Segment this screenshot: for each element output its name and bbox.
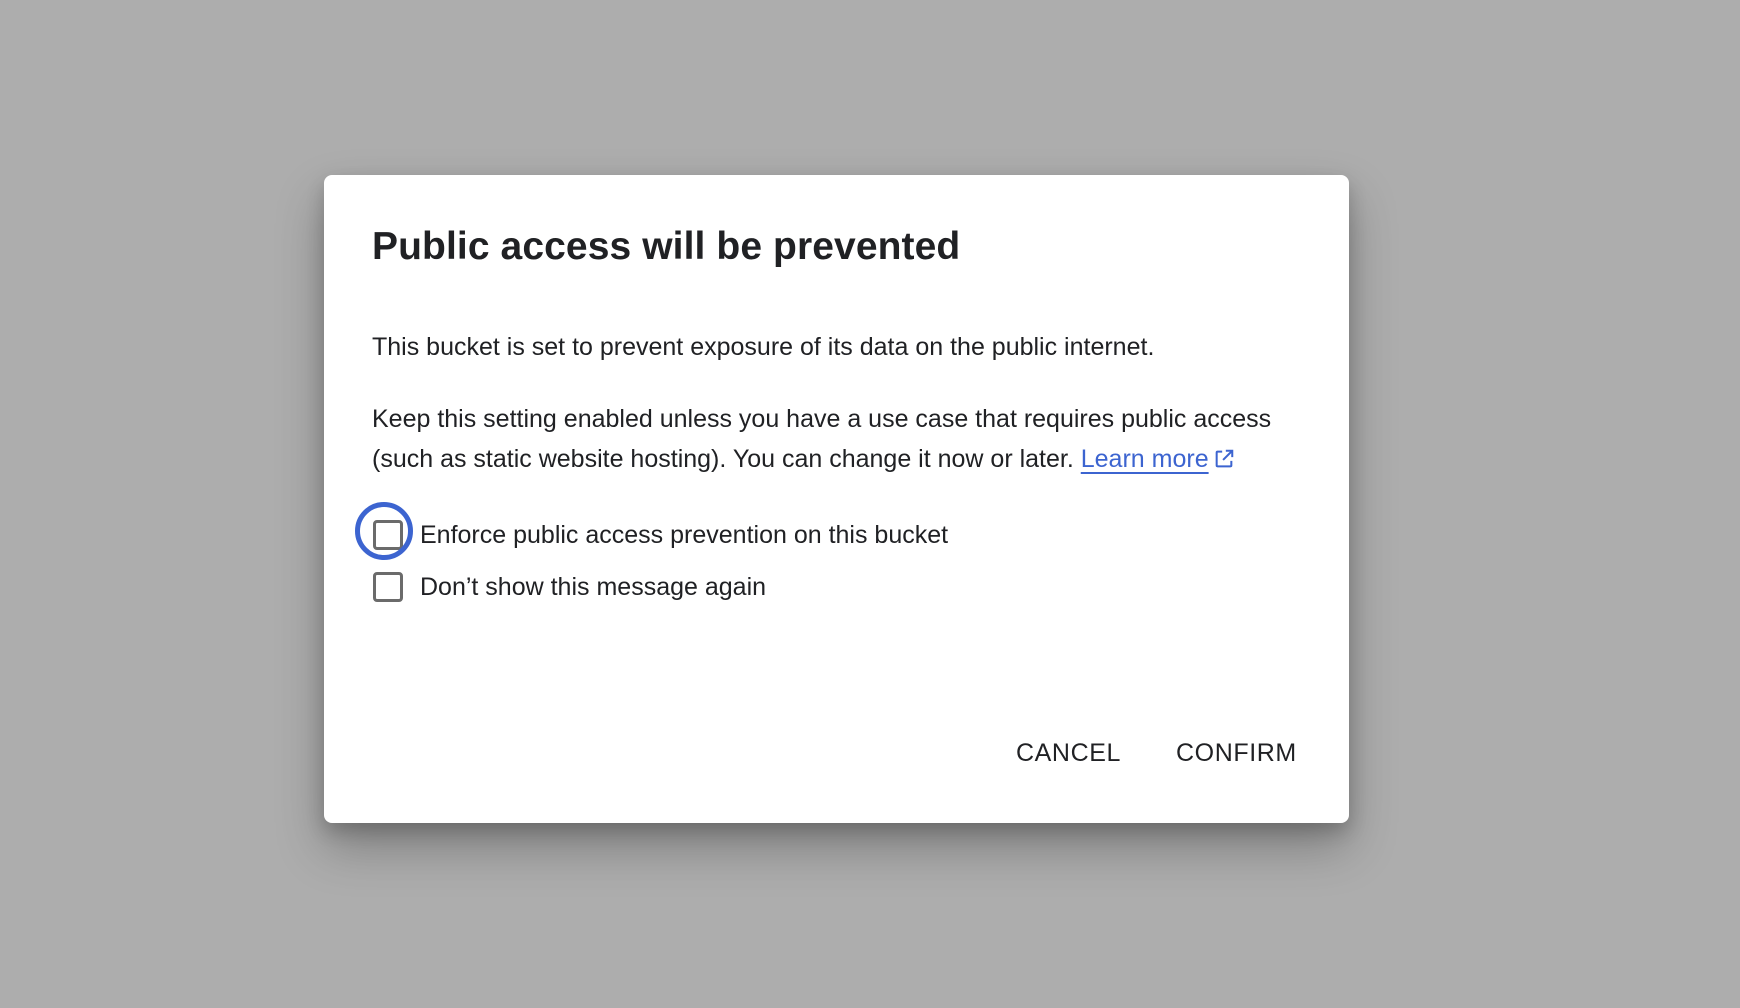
cancel-button[interactable]: CANCEL — [1004, 731, 1133, 775]
enforce-prevention-option[interactable]: Enforce public access prevention on this… — [355, 502, 948, 560]
dont-show-again-checkbox-wrap — [372, 571, 404, 603]
public-access-dialog: Public access will be prevented This buc… — [324, 175, 1349, 823]
dialog-title: Public access will be prevented — [372, 225, 961, 268]
enforce-prevention-label[interactable]: Enforce public access prevention on this… — [420, 521, 948, 550]
enforce-prevention-checkbox-wrap — [355, 502, 413, 560]
learn-more-link[interactable]: Learn more — [1081, 445, 1209, 473]
open-in-new-icon[interactable] — [1213, 442, 1235, 482]
dont-show-again-label[interactable]: Don’t show this message again — [420, 573, 766, 602]
dialog-description: This bucket is set to prevent exposure o… — [372, 333, 1155, 361]
dont-show-again-option[interactable]: Don’t show this message again — [372, 567, 766, 607]
confirm-button[interactable]: CONFIRM — [1164, 731, 1309, 775]
dialog-guidance: Keep this setting enabled unless you hav… — [372, 399, 1312, 482]
dont-show-again-checkbox[interactable] — [373, 572, 403, 602]
enforce-prevention-checkbox[interactable] — [373, 520, 403, 550]
